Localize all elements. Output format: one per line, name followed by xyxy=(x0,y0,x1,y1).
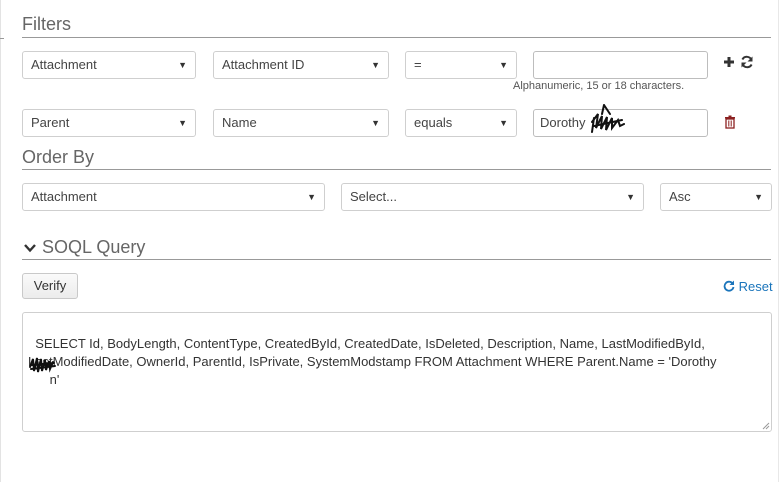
order-by-field-select[interactable]: Select... ▼ xyxy=(341,183,644,211)
caret-down-icon: ▼ xyxy=(499,118,508,128)
order-by-field-placeholder: Select... xyxy=(350,189,397,204)
refresh-icon[interactable] xyxy=(740,55,754,69)
caret-down-icon: ▼ xyxy=(371,60,380,70)
filter2-object-select[interactable]: Parent ▼ xyxy=(22,109,196,137)
filter2-operator-value: equals xyxy=(414,115,453,130)
filter1-field-value: Attachment ID xyxy=(222,57,305,72)
filter2-field-select[interactable]: Name ▼ xyxy=(213,109,389,137)
left-tick-mark xyxy=(0,38,4,39)
filter2-field-value: Name xyxy=(222,115,257,130)
chevron-down-icon[interactable] xyxy=(23,241,37,255)
left-border xyxy=(0,0,1,482)
filter1-operator-value: = xyxy=(414,57,422,72)
filter1-operator-select[interactable]: = ▼ xyxy=(405,51,517,79)
verify-button[interactable]: Verify xyxy=(22,273,78,299)
soql-query-text: SELECT Id, BodyLength, ContentType, Crea… xyxy=(28,336,717,387)
trash-icon[interactable] xyxy=(724,115,736,129)
filter1-value-hint: Alphanumeric, 15 or 18 characters. xyxy=(513,80,685,92)
filter2-value-text: Dorothy xyxy=(540,115,586,130)
filter2-object-value: Parent xyxy=(31,115,70,130)
order-by-object-select[interactable]: Attachment ▼ xyxy=(22,183,325,211)
caret-down-icon: ▼ xyxy=(178,118,187,128)
order-by-rule xyxy=(22,169,771,170)
redaction-scribble xyxy=(591,104,625,133)
filter1-value-input[interactable] xyxy=(533,51,708,79)
caret-down-icon: ▼ xyxy=(371,118,380,128)
caret-down-icon: ▼ xyxy=(499,60,508,70)
soql-query-textarea[interactable]: SELECT Id, BodyLength, ContentType, Crea… xyxy=(22,312,772,432)
refresh-icon xyxy=(723,280,735,295)
filter1-object-select[interactable]: Attachment ▼ xyxy=(22,51,196,79)
reset-label: Reset xyxy=(738,279,773,294)
filter1-field-select[interactable]: Attachment ID ▼ xyxy=(213,51,389,79)
filter2-operator-select[interactable]: equals ▼ xyxy=(405,109,517,137)
filter1-object-value: Attachment xyxy=(31,57,97,72)
order-by-heading: Order By xyxy=(22,147,95,167)
filters-heading: Filters xyxy=(22,14,71,34)
resize-grip-icon[interactable] xyxy=(762,422,770,430)
reset-link[interactable]: Reset xyxy=(723,279,773,295)
plus-icon[interactable] xyxy=(723,55,735,69)
right-border xyxy=(778,0,779,482)
caret-down-icon: ▼ xyxy=(307,192,316,202)
caret-down-icon: ▼ xyxy=(626,192,635,202)
caret-down-icon: ▼ xyxy=(178,60,187,70)
soql-heading[interactable]: SOQL Query xyxy=(42,238,145,256)
filters-rule xyxy=(22,37,771,38)
order-by-direction-select[interactable]: Asc ▼ xyxy=(660,183,772,211)
soql-rule xyxy=(22,259,771,260)
order-by-object-value: Attachment xyxy=(31,189,97,204)
caret-down-icon: ▼ xyxy=(754,192,763,202)
order-by-direction-value: Asc xyxy=(669,189,691,204)
redaction-scribble xyxy=(29,357,56,373)
